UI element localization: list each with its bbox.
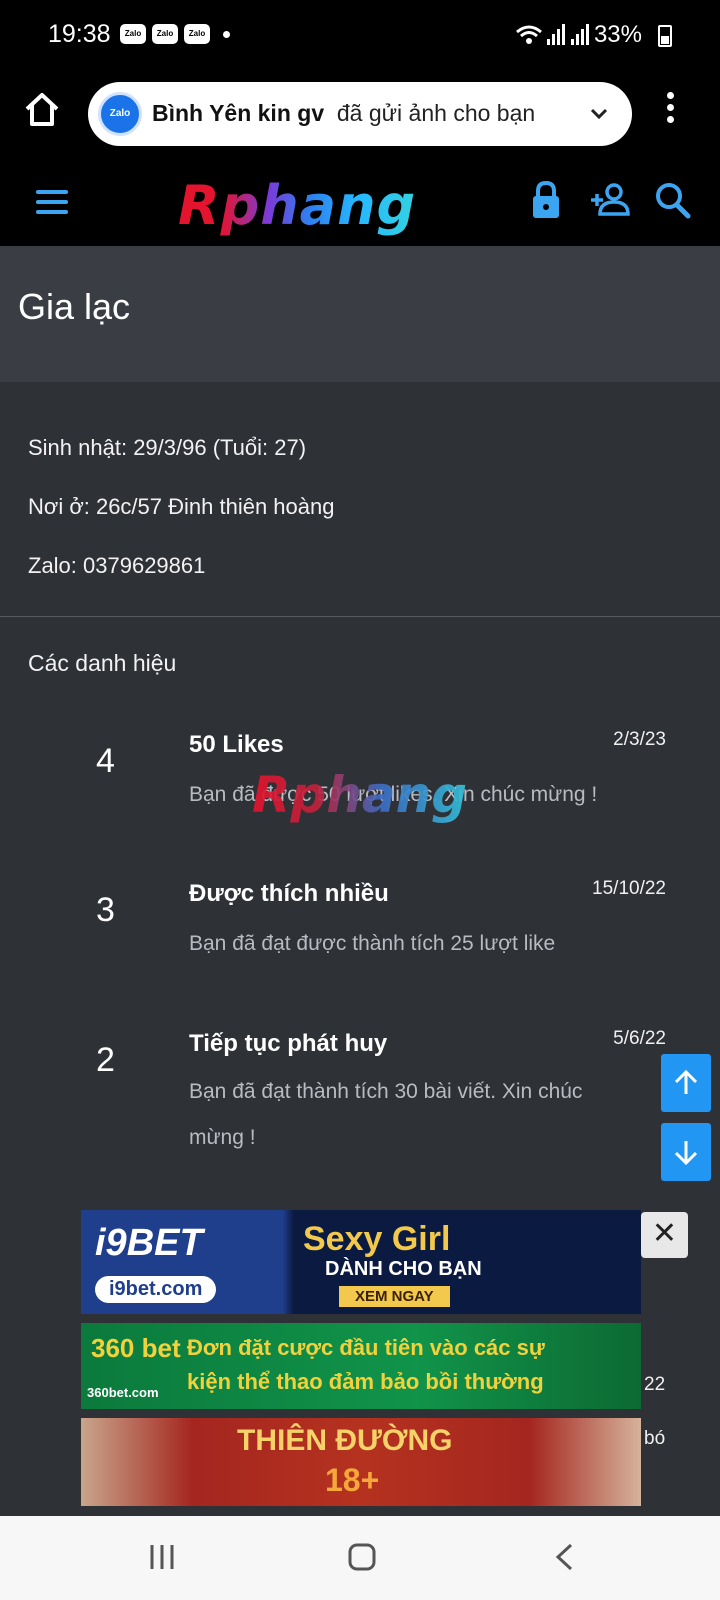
scroll-down-button[interactable]	[661, 1123, 711, 1181]
notification-message: đã gửi ảnh cho bạn	[336, 100, 536, 126]
title-band: Gia lạc	[0, 246, 720, 382]
trophies-section-title: Các danh hiệu	[28, 650, 177, 676]
zalo-notification-icon: Zalo	[152, 24, 178, 44]
peek-date: 22	[644, 1374, 666, 1395]
zalo-info: Zalo: 0379629861	[28, 553, 206, 578]
zalo-notification-icon: Zalo	[184, 24, 210, 44]
divider	[0, 616, 720, 617]
trophy-points: 4	[96, 742, 115, 780]
ad-site: i9bet.com	[95, 1276, 217, 1303]
trophy-date: 15/10/22	[592, 878, 666, 899]
recent-apps-icon	[150, 1545, 174, 1569]
wifi-icon	[516, 25, 542, 44]
ad-sub: 18+	[325, 1462, 380, 1498]
peek-text: bó	[644, 1428, 666, 1449]
ad-headline: THIÊN ĐƯỜNG	[237, 1424, 453, 1457]
search-icon[interactable]	[654, 180, 692, 225]
site-header: Rphang	[0, 160, 720, 246]
trophy-title: Được thích nhiều	[189, 880, 389, 907]
menu-icon[interactable]	[36, 190, 68, 220]
notification-sender: Bình Yên kin gv	[152, 100, 325, 126]
notification-text: Bình Yên kin gv đã gửi ảnh cho bạn	[152, 100, 535, 127]
battery-percent: 33%	[593, 21, 642, 48]
trophy-title: Tiếp tục phát huy	[189, 1030, 388, 1057]
add-user-icon[interactable]	[588, 180, 632, 225]
trophy-date: 2/3/23	[613, 729, 666, 750]
back-icon	[555, 1543, 573, 1571]
recent-apps-button[interactable]	[148, 1542, 176, 1577]
battery-icon	[658, 25, 672, 47]
ad-banner-i9bet[interactable]: i9BET i9bet.com Sexy Girl DÀNH CHO BẠN X…	[81, 1210, 641, 1314]
system-nav-bar	[0, 1516, 720, 1600]
home-nav-button[interactable]	[347, 1542, 377, 1577]
signal-icons	[515, 22, 595, 53]
trophy-points: 3	[96, 891, 115, 929]
ad-sub: DÀNH CHO BẠN	[325, 1258, 482, 1280]
home-icon	[25, 93, 59, 126]
ad-brand: 360 bet	[91, 1333, 181, 1363]
close-ad-icon[interactable]: ✕	[641, 1212, 688, 1258]
more-options-icon[interactable]	[660, 92, 680, 132]
signal-icon	[547, 24, 565, 45]
ad-site: 360bet.com	[87, 1385, 159, 1400]
trophy-description: Bạn đã đạt thành tích 30 bài viết. Xin c…	[189, 1080, 583, 1149]
location-info: Nơi ở: 26c/57 Đinh thiên hoàng	[28, 494, 335, 519]
lock-icon[interactable]	[530, 180, 562, 225]
page-title: Gia lạc	[18, 286, 131, 327]
chevron-down-icon[interactable]	[588, 102, 610, 129]
arrow-up-icon	[674, 1070, 698, 1094]
trophy-points: 2	[96, 1041, 115, 1079]
more-notifications-dot	[223, 31, 230, 38]
ad-line2: kiện thể thao đảm bảo bồi thường	[187, 1369, 544, 1394]
back-button[interactable]	[553, 1542, 575, 1577]
status-time: 19:38	[48, 20, 111, 48]
zalo-notification[interactable]: Zalo Bình Yên kin gv đã gửi ảnh cho bạn	[88, 82, 632, 146]
birthday-info: Sinh nhật: 29/3/96 (Tuổi: 27)	[28, 435, 307, 460]
trophy-date: 5/6/22	[613, 1028, 666, 1049]
zalo-notification-icon: Zalo	[120, 24, 146, 44]
signal-icon	[571, 24, 589, 45]
scroll-up-button[interactable]	[661, 1054, 711, 1112]
ad-banner-360bet[interactable]: 360 bet 360bet.com Đơn đặt cược đầu tiên…	[81, 1323, 641, 1409]
ad-line1: Đơn đặt cược đầu tiên vào các sự	[187, 1335, 545, 1360]
zalo-app-icon: Zalo	[98, 92, 142, 136]
home-button[interactable]	[22, 90, 62, 130]
arrow-down-icon	[674, 1141, 698, 1165]
status-bar: 19:38 Zalo Zalo Zalo 33%	[0, 0, 720, 70]
ad-headline: Sexy Girl	[303, 1220, 451, 1258]
ad-banner-thien-duong[interactable]: THIÊN ĐƯỜNG 18+	[81, 1418, 641, 1506]
ad-cta: XEM NGAY	[339, 1286, 450, 1307]
ad-brand: i9BET	[95, 1222, 203, 1264]
trophy-title: 50 Likes	[189, 731, 284, 758]
browser-toolbar: Zalo Bình Yên kin gv đã gửi ảnh cho bạn	[0, 70, 720, 160]
home-nav-icon	[348, 1543, 376, 1571]
trophy-description: Bạn đã đạt được thành tích 25 lượt like	[189, 932, 556, 955]
site-logo[interactable]: Rphang	[178, 174, 416, 237]
watermark-logo: Rphang	[252, 766, 468, 824]
